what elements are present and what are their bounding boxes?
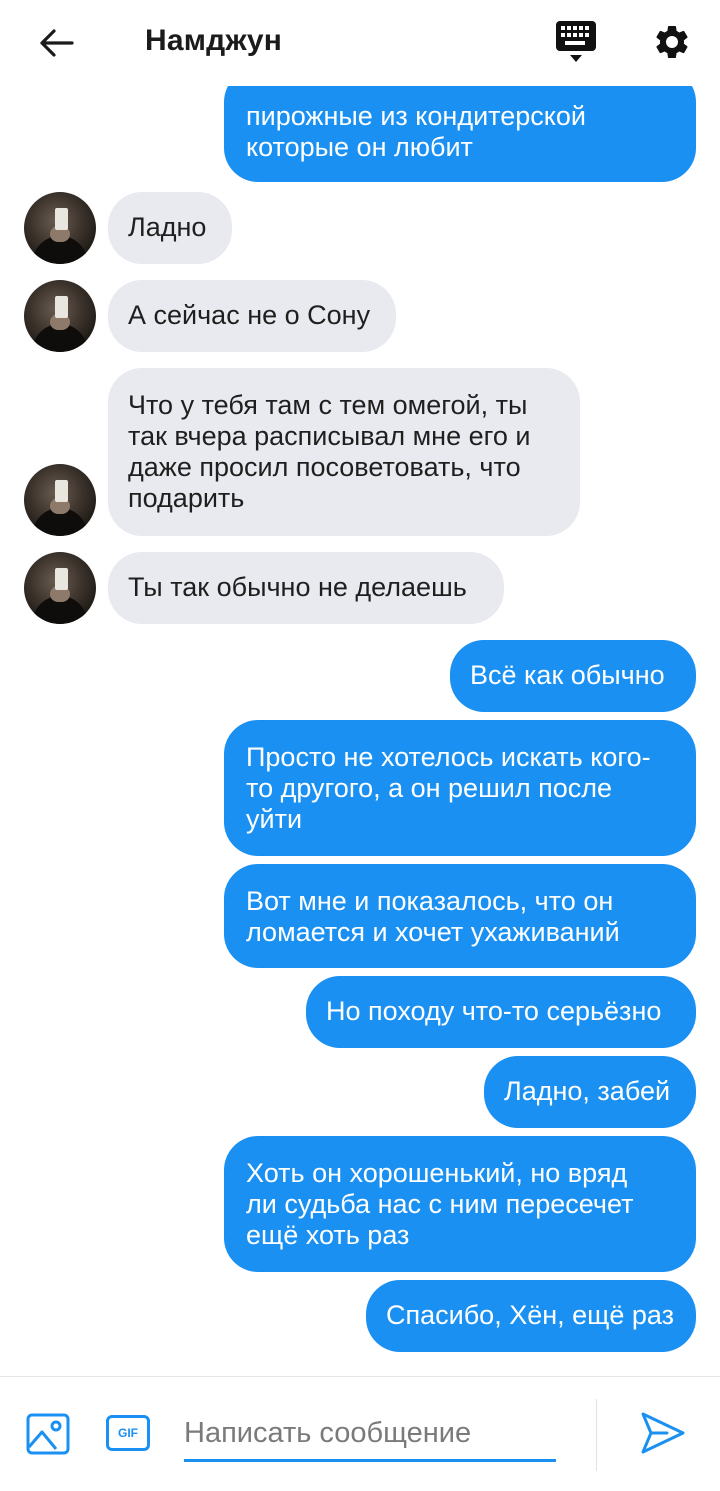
incoming-message[interactable]: А сейчас не о Сону — [108, 280, 396, 352]
incoming-message[interactable]: Ты так обычно не делаешь — [108, 552, 504, 624]
keyboard-icon — [556, 21, 596, 62]
send-icon — [641, 1412, 685, 1454]
contact-avatar[interactable] — [24, 552, 96, 624]
keyboard-button[interactable] — [548, 18, 604, 66]
outgoing-message[interactable]: Просто не хотелось искать кого- то друго… — [224, 720, 696, 856]
contact-avatar[interactable] — [24, 464, 96, 536]
incoming-message[interactable]: Что у тебя там с тем омегой, ты так вчер… — [108, 368, 580, 536]
back-button[interactable] — [30, 20, 82, 66]
composer-divider — [596, 1399, 597, 1471]
outgoing-message[interactable]: Спасибо, Хён, ещё раз — [366, 1280, 696, 1352]
gear-icon — [656, 25, 688, 58]
incoming-message[interactable]: Ладно — [108, 192, 232, 264]
attach-image-button[interactable] — [26, 1413, 70, 1455]
chat-header: Намджун — [0, 0, 720, 86]
send-button[interactable] — [640, 1411, 686, 1455]
settings-button[interactable] — [644, 16, 700, 68]
outgoing-message[interactable]: Всё как обычно — [450, 640, 696, 712]
arrow-left-icon — [40, 29, 74, 57]
contact-avatar[interactable] — [24, 192, 96, 264]
outgoing-message[interactable]: Вот мне и показалось, что он ломается и … — [224, 864, 696, 968]
gif-button[interactable]: GIF — [106, 1415, 150, 1451]
page-title: Намджун — [145, 24, 283, 57]
message-input[interactable] — [184, 1411, 556, 1462]
contact-avatar[interactable] — [24, 280, 96, 352]
outgoing-message[interactable]: Но походу что-то серьёзно — [306, 976, 696, 1048]
outgoing-message[interactable]: Хоть он хорошенький, но вряд ли судьба н… — [224, 1136, 696, 1272]
outgoing-message[interactable]: Ладно, забей — [484, 1056, 696, 1128]
message-composer: GIF — [0, 1376, 720, 1491]
gif-icon: GIF — [118, 1426, 138, 1440]
message-list[interactable]: пирожные из кондитерской которые он люби… — [0, 0, 720, 1376]
image-icon — [26, 1413, 70, 1455]
